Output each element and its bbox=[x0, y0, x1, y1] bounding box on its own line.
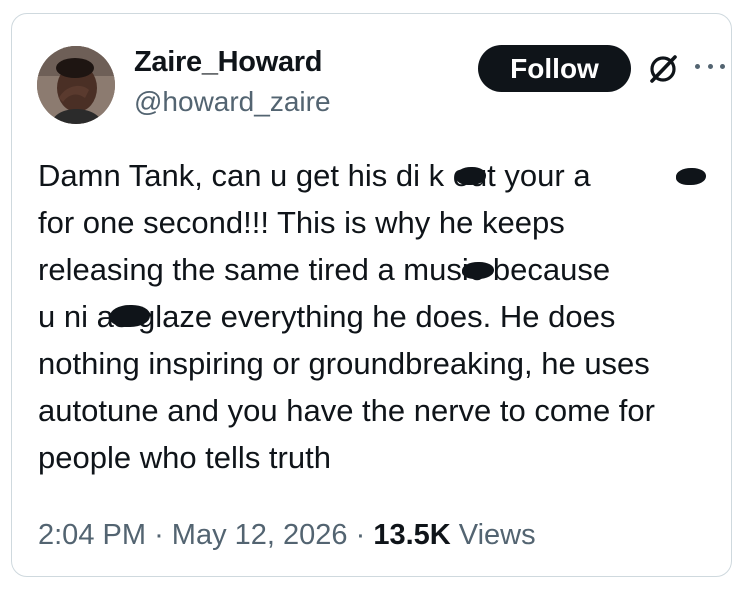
tweet-date[interactable]: May 12, 2026 bbox=[172, 519, 348, 551]
follow-button[interactable]: Follow bbox=[478, 45, 631, 92]
tweet-line-text: for one second!!! This is why he keeps bbox=[38, 205, 565, 240]
more-dot bbox=[707, 63, 713, 69]
censor-scribble bbox=[456, 167, 486, 185]
tweet-card[interactable]: Zaire_Howard @howard_zaire Follow Damn T… bbox=[11, 13, 732, 577]
censor-scribble bbox=[676, 168, 706, 185]
tweet-line-text: releasing the same tired a music because bbox=[38, 252, 611, 287]
views-count: 13.5K bbox=[373, 519, 451, 551]
censor-scribble bbox=[462, 262, 494, 279]
avatar-image bbox=[37, 46, 115, 124]
tweet-line: releasing the same tired a music because bbox=[38, 246, 738, 293]
author-display-name[interactable]: Zaire_Howard bbox=[134, 46, 322, 79]
tweet-line-text: people who tells truth bbox=[38, 440, 331, 475]
meta-separator: · bbox=[154, 519, 164, 551]
tweet-line-text: nothing inspiring or groundbreaking, he … bbox=[38, 346, 650, 381]
avatar[interactable] bbox=[37, 46, 115, 124]
tweet-meta: 2:04 PM · May 12, 2026 · 13.5K Views bbox=[38, 519, 536, 552]
more-dot bbox=[695, 63, 700, 69]
meta-separator: · bbox=[355, 519, 366, 551]
tweet-line: u ni as glaze everything he does. He doe… bbox=[38, 293, 738, 340]
tweet-line: nothing inspiring or groundbreaking, he … bbox=[38, 340, 738, 387]
tweet-text: Damn Tank, can u get his di k out your a… bbox=[38, 152, 738, 481]
tweet-time[interactable]: 2:04 PM bbox=[38, 519, 146, 551]
tweet-line: for one second!!! This is why he keeps bbox=[38, 199, 738, 246]
tweet-line-text: Damn Tank, can u get his di k out your a bbox=[38, 158, 591, 193]
author-handle[interactable]: @howard_zaire bbox=[134, 86, 331, 118]
more-dot bbox=[720, 63, 725, 69]
x-logo-icon[interactable] bbox=[646, 52, 680, 86]
tweet-line-text: autotune and you have the nerve to come … bbox=[38, 393, 655, 428]
censor-scribble bbox=[110, 305, 150, 327]
views-label: Views bbox=[458, 519, 536, 551]
tweet-line: autotune and you have the nerve to come … bbox=[38, 387, 738, 434]
tweet-line: people who tells truth bbox=[38, 434, 738, 481]
more-icon[interactable] bbox=[695, 55, 725, 77]
tweet-line: Damn Tank, can u get his di k out your a bbox=[38, 152, 738, 199]
